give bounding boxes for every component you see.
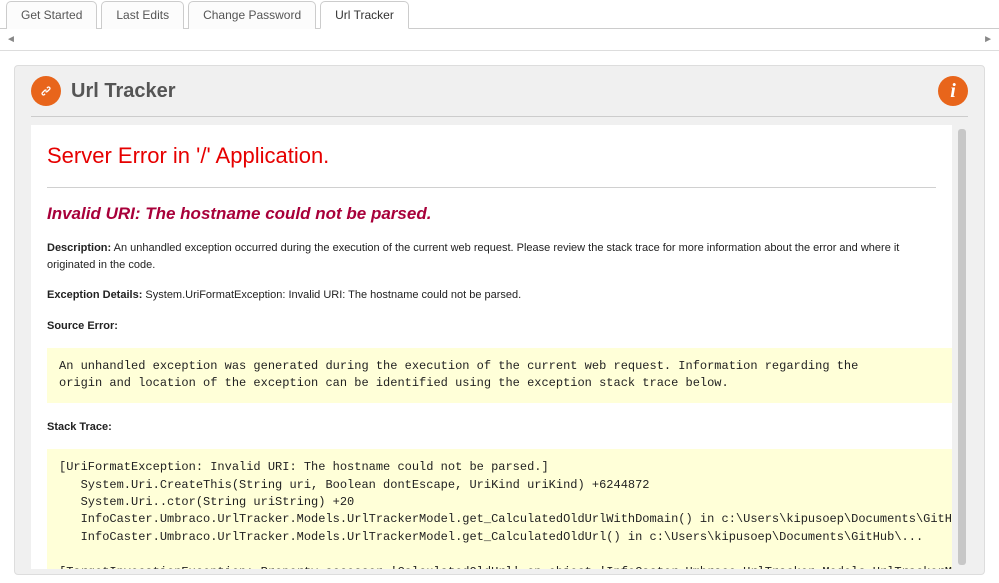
vertical-scrollbar[interactable]: [958, 129, 966, 565]
source-error-block: An unhandled exception was generated dur…: [47, 348, 952, 403]
tab-get-started[interactable]: Get Started: [6, 1, 97, 29]
error-description: Description: An unhandled exception occu…: [47, 240, 936, 273]
tab-scroll-strip: ◄ ►: [0, 29, 999, 51]
scroll-left-icon[interactable]: ◄: [6, 34, 16, 45]
tab-last-edits[interactable]: Last Edits: [101, 1, 184, 29]
error-content[interactable]: Server Error in '/' Application. Invalid…: [31, 125, 952, 569]
page-header: Url Tracker i: [31, 76, 968, 117]
page-panel: Url Tracker i Server Error in '/' Applic…: [14, 65, 985, 575]
error-subheading: Invalid URI: The hostname could not be p…: [47, 204, 936, 224]
page-title: Url Tracker: [71, 80, 176, 103]
stack-trace-label: Stack Trace:: [47, 419, 936, 436]
info-icon[interactable]: i: [938, 76, 968, 106]
scroll-right-icon[interactable]: ►: [983, 34, 993, 45]
divider: [47, 187, 936, 188]
exception-details: Exception Details: System.UriFormatExcep…: [47, 287, 936, 304]
error-heading: Server Error in '/' Application.: [47, 143, 936, 169]
tab-change-password[interactable]: Change Password: [188, 1, 316, 29]
tab-bar: Get Started Last Edits Change Password U…: [0, 0, 999, 29]
stack-trace-block[interactable]: [UriFormatException: Invalid URI: The ho…: [47, 449, 952, 569]
source-error-label: Source Error:: [47, 318, 936, 335]
tab-url-tracker[interactable]: Url Tracker: [320, 1, 409, 29]
link-chain-icon: [31, 76, 61, 106]
